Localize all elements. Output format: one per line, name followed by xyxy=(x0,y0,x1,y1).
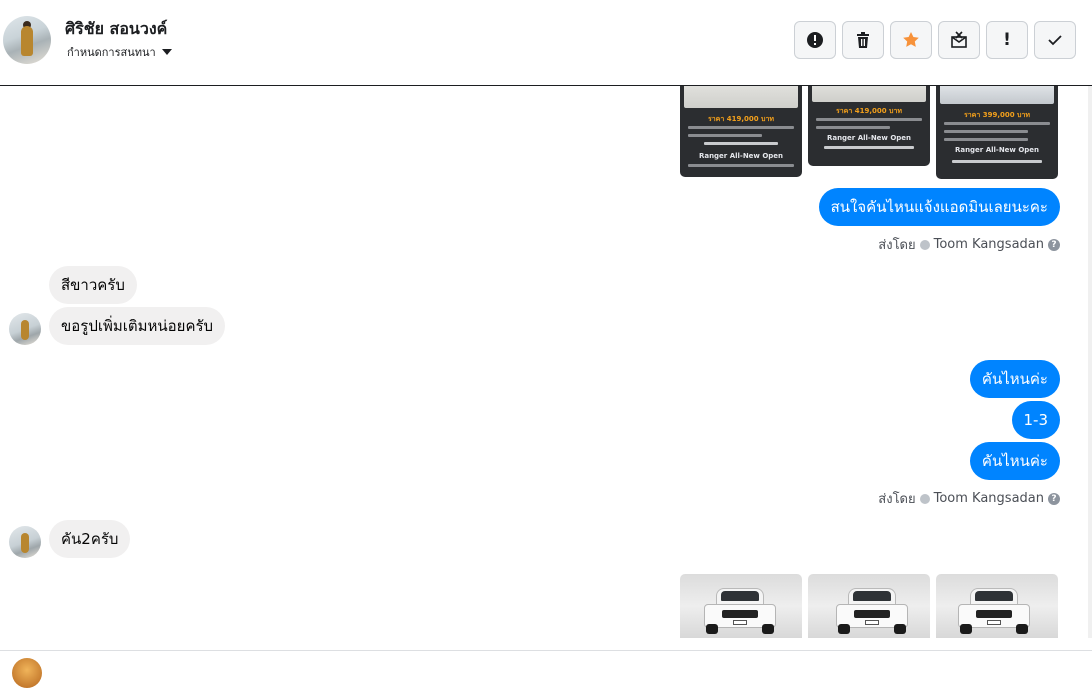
listing-price: ราคา 419,000 บาท xyxy=(835,107,903,115)
listing-model: Ranger All-New Open xyxy=(954,146,1040,154)
contact-avatar-small[interactable] xyxy=(9,526,41,558)
listing-model: Ranger All-New Open xyxy=(698,152,784,160)
mark-unread-button[interactable] xyxy=(938,21,980,59)
assign-conversation-label: กำหนดการสนทนา xyxy=(67,46,156,59)
trash-icon xyxy=(857,32,869,48)
pickup-truck-image xyxy=(836,588,908,634)
help-icon[interactable]: ? xyxy=(1048,238,1060,251)
photo-attachment[interactable] xyxy=(808,574,930,638)
exclamation-icon: ! xyxy=(1003,30,1011,50)
conversation-toolbar: ! xyxy=(794,21,1076,59)
verified-icon xyxy=(919,493,930,504)
pickup-truck-image xyxy=(958,588,1030,634)
sent-by-label: ส่งโดย xyxy=(878,238,916,253)
caret-down-icon xyxy=(161,49,172,55)
agent-name[interactable]: Toom Kangsadan xyxy=(934,491,1044,506)
listing-card[interactable]: ราคา 419,000 บาท Ranger All-New Open xyxy=(680,86,802,177)
exclamation-circle-icon xyxy=(807,32,823,48)
verified-icon xyxy=(919,239,930,250)
listing-card[interactable]: ราคา 399,000 บาท Ranger All-New Open xyxy=(936,86,1058,179)
sent-by-meta: ส่งโดย Toom Kangsadan ? xyxy=(878,234,1060,255)
incoming-message[interactable]: สีขาวครับ xyxy=(49,266,137,304)
star-icon xyxy=(903,32,919,47)
listing-card[interactable]: ราคา 419,000 บาท Ranger All-New Open xyxy=(808,86,930,166)
photo-attachment[interactable] xyxy=(936,574,1058,638)
conversation-header: ศิริชัย สอนวงค์ กำหนดการสนทนา ! xyxy=(0,0,1092,86)
listing-price: ราคา 399,000 บาท xyxy=(963,111,1031,119)
thread-scrollbar[interactable] xyxy=(1088,86,1092,638)
listing-model: Ranger All-New Open xyxy=(826,134,912,142)
outgoing-message[interactable]: สนใจคันไหนแจ้งแอดมินเลยนะคะ xyxy=(818,188,1060,226)
outgoing-message[interactable]: 1-3 xyxy=(1011,401,1060,439)
contact-avatar[interactable] xyxy=(3,16,51,64)
outgoing-message[interactable]: คันไหนค่ะ xyxy=(969,442,1060,480)
agent-name[interactable]: Toom Kangsadan xyxy=(934,237,1044,252)
incoming-message[interactable]: คัน2ครับ xyxy=(49,520,131,558)
star-button[interactable] xyxy=(890,21,932,59)
contact-avatar-small[interactable] xyxy=(9,313,41,345)
outgoing-message[interactable]: คันไหนค่ะ xyxy=(969,360,1060,398)
delete-button[interactable] xyxy=(842,21,884,59)
page-avatar xyxy=(12,658,42,688)
message-thread[interactable]: ราคา 419,000 บาท Ranger All-New Open ราค… xyxy=(0,86,1092,638)
check-icon xyxy=(1048,35,1062,46)
assign-conversation-dropdown[interactable]: กำหนดการสนทนา xyxy=(67,43,172,61)
sent-by-label: ส่งโดย xyxy=(878,492,916,507)
sent-by-meta: ส่งโดย Toom Kangsadan ? xyxy=(878,488,1060,509)
contact-name[interactable]: ศิริชัย สอนวงค์ xyxy=(65,17,167,42)
report-spam-button[interactable] xyxy=(794,21,836,59)
mark-important-button[interactable]: ! xyxy=(986,21,1028,59)
photo-attachment[interactable] xyxy=(680,574,802,638)
help-icon[interactable]: ? xyxy=(1048,492,1060,505)
listing-price: ราคา 419,000 บาท xyxy=(707,115,775,123)
pickup-truck-image xyxy=(704,588,776,634)
incoming-message[interactable]: ขอรูปเพิ่มเติมหน่อยครับ xyxy=(49,307,226,345)
message-composer[interactable] xyxy=(0,650,1092,688)
envelope-x-icon xyxy=(951,31,967,48)
mark-done-button[interactable] xyxy=(1034,21,1076,59)
